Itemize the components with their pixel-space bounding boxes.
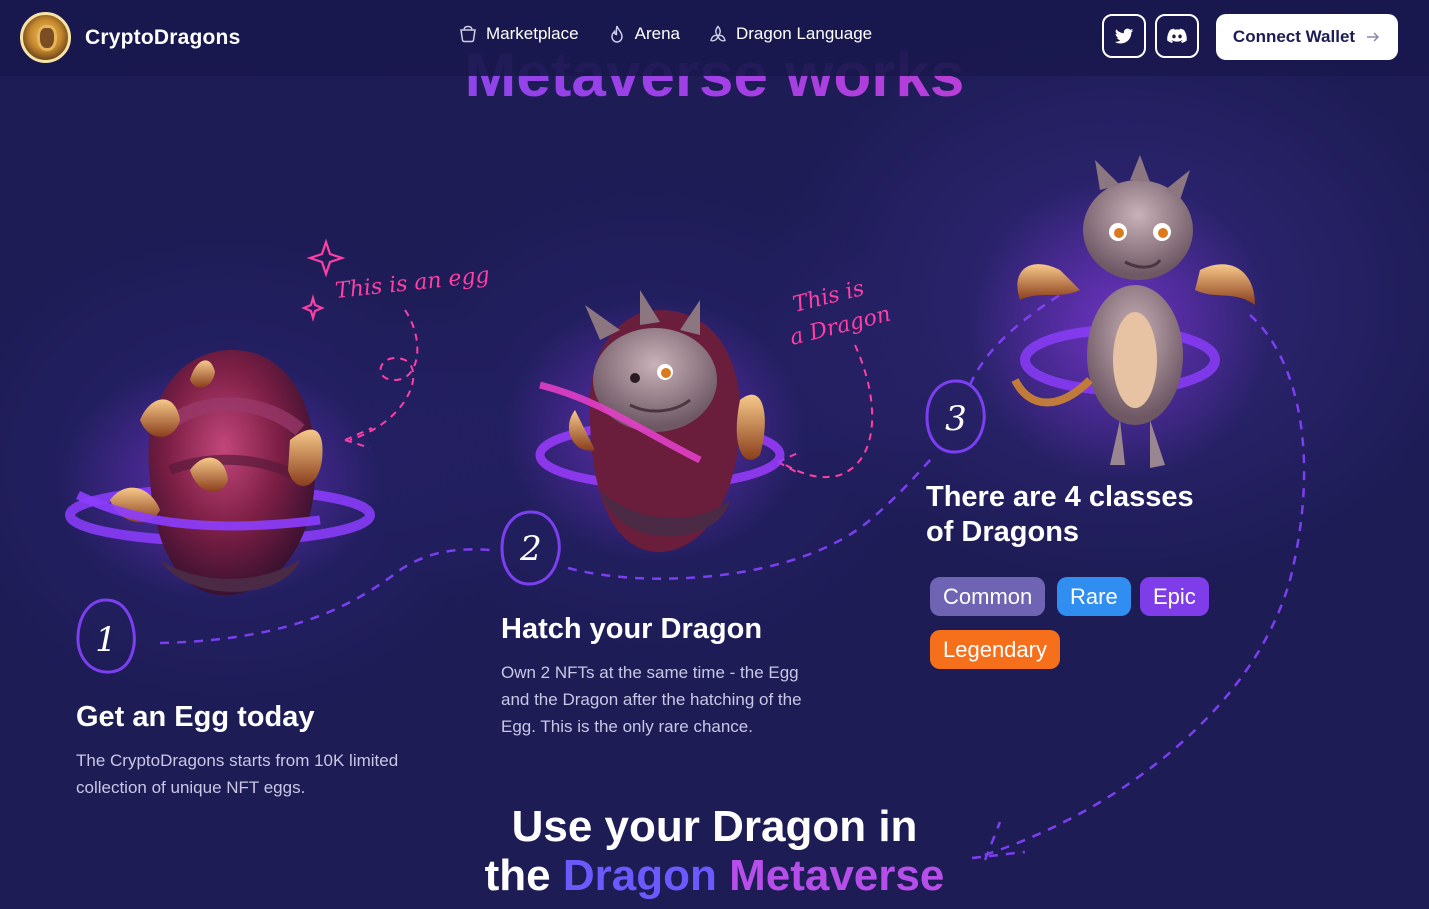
triquetra-icon (710, 25, 726, 42)
class-badge-epic[interactable]: Epic (1140, 577, 1209, 616)
twitter-icon (1114, 28, 1134, 44)
step-3-title: There are 4 classes of Dragons (926, 480, 1194, 550)
nav-marketplace[interactable]: Marketplace (458, 24, 579, 44)
nav-arena[interactable]: Arena (607, 24, 680, 44)
step-2-number: 2 (519, 529, 542, 569)
nav-marketplace-label: Marketplace (486, 24, 579, 43)
connect-wallet-button[interactable]: Connect Wallet (1216, 14, 1398, 60)
nav-dragon-language-label: Dragon Language (735, 24, 873, 43)
step-3-title-line: There are 4 classes (926, 481, 1194, 513)
basket-icon (460, 25, 476, 43)
heading-highlight-metaverse: Metaverse (729, 851, 945, 900)
step-2-desc-line: and the Dragon after the hatching of the (501, 690, 802, 709)
egg-annotation: This is an egg (334, 263, 491, 304)
class-badge-rare[interactable]: Rare (1057, 577, 1131, 616)
egg-image (60, 350, 380, 600)
class-badge-legendary[interactable]: Legendary (930, 630, 1060, 669)
dragon-image (970, 155, 1270, 480)
heading-text: the (484, 851, 563, 900)
twitter-button[interactable] (1102, 14, 1146, 58)
metaverse-heading-line1: Use your Dragon in (511, 802, 918, 851)
site-header: CryptoDragons Marketplace Arena Dragon L… (0, 0, 1429, 76)
step-2-desc-line: Own 2 NFTs at the same time - the Egg (501, 663, 799, 682)
heading-highlight-dragon: Dragon (562, 851, 717, 900)
nav-dragon-language[interactable]: Dragon Language (708, 24, 872, 44)
metaverse-heading: Use your Dragon in the Dragon Metaverse (0, 802, 1429, 900)
step-2-title: Hatch your Dragon (501, 613, 763, 645)
page: Metaverse works (0, 0, 1429, 909)
dragon-logo-icon (20, 12, 71, 63)
brand-logo-link[interactable]: CryptoDragons (20, 12, 240, 63)
discord-icon (1167, 28, 1187, 43)
discord-button[interactable] (1155, 14, 1199, 58)
step-1-number: 1 (95, 620, 117, 660)
main-nav: Marketplace Arena Dragon Language (458, 24, 872, 44)
connect-wallet-label: Connect Wallet (1232, 27, 1356, 46)
class-badge-common[interactable]: Common (930, 577, 1046, 616)
step-1-desc-line: The CryptoDragons starts from 10K limite… (76, 751, 399, 770)
step-1-desc-line: collection of unique NFT eggs. (76, 778, 306, 797)
brand-name: CryptoDragons (85, 25, 241, 49)
step-1-description: The CryptoDragons starts from 10K limite… (76, 747, 456, 801)
step-3-title-line: of Dragons (926, 516, 1080, 548)
step-2-description: Own 2 NFTs at the same time - the Egg an… (501, 659, 861, 740)
nav-arena-label: Arena (634, 24, 680, 43)
step-2-desc-line: Egg. This is the only rare chance. (501, 717, 753, 736)
step-1-title: Get an Egg today (76, 701, 315, 733)
arrow-right-icon (1367, 32, 1380, 42)
metaverse-heading-line2: the Dragon Metaverse (0, 851, 1429, 900)
flame-icon (610, 25, 623, 43)
step-3-number: 3 (945, 399, 967, 439)
